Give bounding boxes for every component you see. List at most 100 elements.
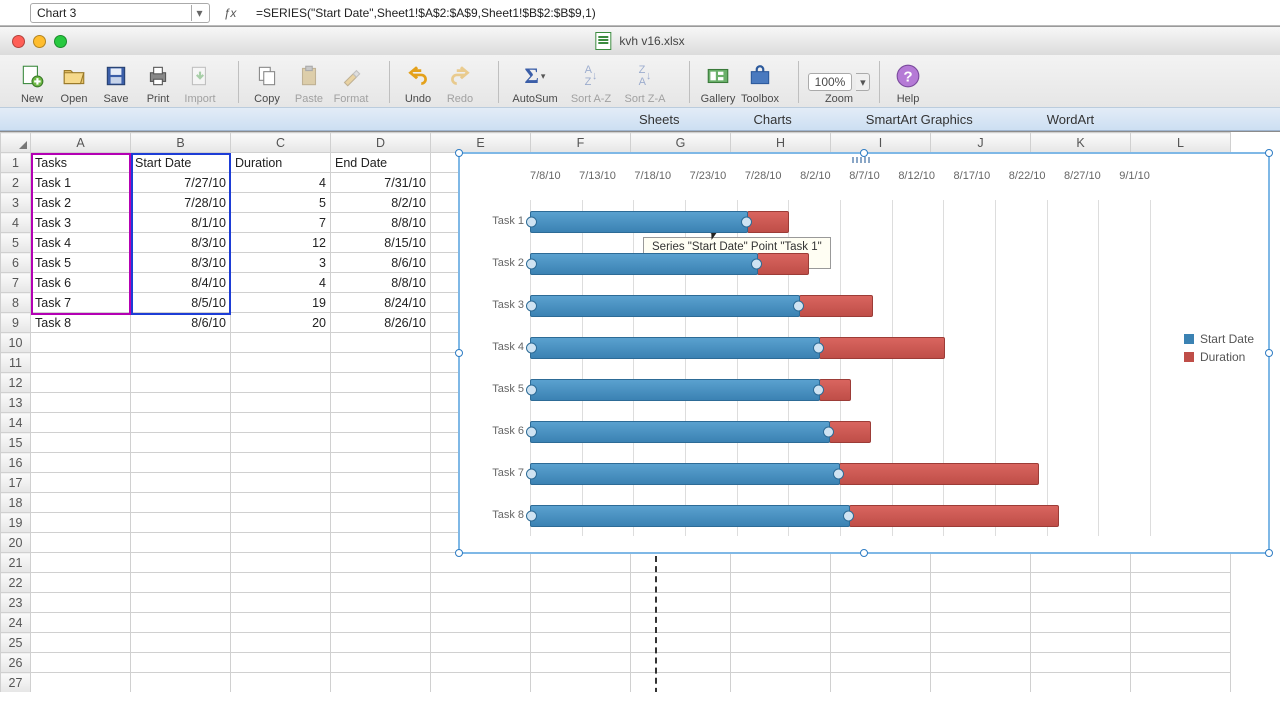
chart-resize-handle[interactable]: [1265, 349, 1273, 357]
cell-A19[interactable]: [31, 513, 131, 533]
cell-B13[interactable]: [131, 393, 231, 413]
cell-A27[interactable]: [31, 673, 131, 693]
cell-D8[interactable]: 8/24/10: [331, 293, 431, 313]
zoom-dropdown-icon[interactable]: ▾: [856, 73, 870, 91]
chart-bar-task-2[interactable]: [530, 252, 1150, 276]
cell-C19[interactable]: [231, 513, 331, 533]
cell-D4[interactable]: 8/8/10: [331, 213, 431, 233]
chart-plot-area[interactable]: Series "Start Date" Point "Task 1" Value…: [530, 200, 1150, 536]
print-button[interactable]: Print: [138, 59, 178, 105]
cell-D14[interactable]: [331, 413, 431, 433]
cell-A25[interactable]: [31, 633, 131, 653]
chart-bar-task-1[interactable]: [530, 210, 1150, 234]
cell-D10[interactable]: [331, 333, 431, 353]
row-header-3[interactable]: 3: [1, 193, 31, 213]
row-header-23[interactable]: 23: [1, 593, 31, 613]
chart-bar-task-8[interactable]: [530, 504, 1150, 528]
cell-L21[interactable]: [1131, 553, 1231, 573]
cell-C12[interactable]: [231, 373, 331, 393]
cell-D21[interactable]: [331, 553, 431, 573]
cell-I23[interactable]: [831, 593, 931, 613]
cell-B16[interactable]: [131, 453, 231, 473]
cell-C23[interactable]: [231, 593, 331, 613]
cell-J21[interactable]: [931, 553, 1031, 573]
cell-J24[interactable]: [931, 613, 1031, 633]
cell-A7[interactable]: Task 6: [31, 273, 131, 293]
chart-legend[interactable]: Start Date Duration: [1184, 328, 1254, 368]
cell-H27[interactable]: [731, 673, 831, 693]
cell-E25[interactable]: [431, 633, 531, 653]
cell-A1[interactable]: Tasks: [31, 153, 131, 173]
cell-A13[interactable]: [31, 393, 131, 413]
cell-A26[interactable]: [31, 653, 131, 673]
bar-duration[interactable]: [747, 211, 789, 233]
row-header-9[interactable]: 9: [1, 313, 31, 333]
cell-A24[interactable]: [31, 613, 131, 633]
cell-B5[interactable]: 8/3/10: [131, 233, 231, 253]
cell-D12[interactable]: [331, 373, 431, 393]
cell-B15[interactable]: [131, 433, 231, 453]
cell-L23[interactable]: [1131, 593, 1231, 613]
cell-H22[interactable]: [731, 573, 831, 593]
bar-duration[interactable]: [819, 337, 945, 359]
name-box-dropdown-icon[interactable]: ▾: [191, 5, 207, 21]
cell-H26[interactable]: [731, 653, 831, 673]
cell-C25[interactable]: [231, 633, 331, 653]
cell-F27[interactable]: [531, 673, 631, 693]
help-button[interactable]: ?Help: [888, 59, 928, 105]
row-header-25[interactable]: 25: [1, 633, 31, 653]
bar-start-date[interactable]: [530, 253, 758, 275]
cell-B11[interactable]: [131, 353, 231, 373]
cell-K25[interactable]: [1031, 633, 1131, 653]
cell-G27[interactable]: [631, 673, 731, 693]
bar-start-date[interactable]: [530, 421, 830, 443]
cell-C13[interactable]: [231, 393, 331, 413]
cell-C6[interactable]: 3: [231, 253, 331, 273]
row-header-18[interactable]: 18: [1, 493, 31, 513]
cell-F24[interactable]: [531, 613, 631, 633]
bar-start-date[interactable]: [530, 337, 820, 359]
bar-duration[interactable]: [829, 421, 871, 443]
cell-L27[interactable]: [1131, 673, 1231, 693]
col-header-C[interactable]: C: [231, 133, 331, 153]
cell-K22[interactable]: [1031, 573, 1131, 593]
row-header-1[interactable]: 1: [1, 153, 31, 173]
cell-D6[interactable]: 8/6/10: [331, 253, 431, 273]
cell-C2[interactable]: 4: [231, 173, 331, 193]
row-header-27[interactable]: 27: [1, 673, 31, 693]
tab-wordart[interactable]: WordArt: [1018, 109, 1123, 130]
chart-bar-task-5[interactable]: [530, 378, 1150, 402]
cell-L24[interactable]: [1131, 613, 1231, 633]
cell-F22[interactable]: [531, 573, 631, 593]
cell-C27[interactable]: [231, 673, 331, 693]
cell-L25[interactable]: [1131, 633, 1231, 653]
cell-D22[interactable]: [331, 573, 431, 593]
cell-A11[interactable]: [31, 353, 131, 373]
row-header-21[interactable]: 21: [1, 553, 31, 573]
row-header-15[interactable]: 15: [1, 433, 31, 453]
cell-A18[interactable]: [31, 493, 131, 513]
cell-K26[interactable]: [1031, 653, 1131, 673]
cell-I22[interactable]: [831, 573, 931, 593]
save-button[interactable]: Save: [96, 59, 136, 105]
cell-C11[interactable]: [231, 353, 331, 373]
cell-F26[interactable]: [531, 653, 631, 673]
cell-C26[interactable]: [231, 653, 331, 673]
cell-A22[interactable]: [31, 573, 131, 593]
cell-G22[interactable]: [631, 573, 731, 593]
tab-smartart[interactable]: SmartArt Graphics: [837, 109, 1002, 130]
cell-G21[interactable]: [631, 553, 731, 573]
cell-D15[interactable]: [331, 433, 431, 453]
bar-duration[interactable]: [799, 295, 873, 317]
cell-C9[interactable]: 20: [231, 313, 331, 333]
cell-D3[interactable]: 8/2/10: [331, 193, 431, 213]
new-button[interactable]: New: [12, 59, 52, 105]
row-header-20[interactable]: 20: [1, 533, 31, 553]
cell-D16[interactable]: [331, 453, 431, 473]
cell-K24[interactable]: [1031, 613, 1131, 633]
cell-D9[interactable]: 8/26/10: [331, 313, 431, 333]
cell-C1[interactable]: Duration: [231, 153, 331, 173]
copy-button[interactable]: Copy: [247, 59, 287, 105]
cell-L22[interactable]: [1131, 573, 1231, 593]
cell-B10[interactable]: [131, 333, 231, 353]
